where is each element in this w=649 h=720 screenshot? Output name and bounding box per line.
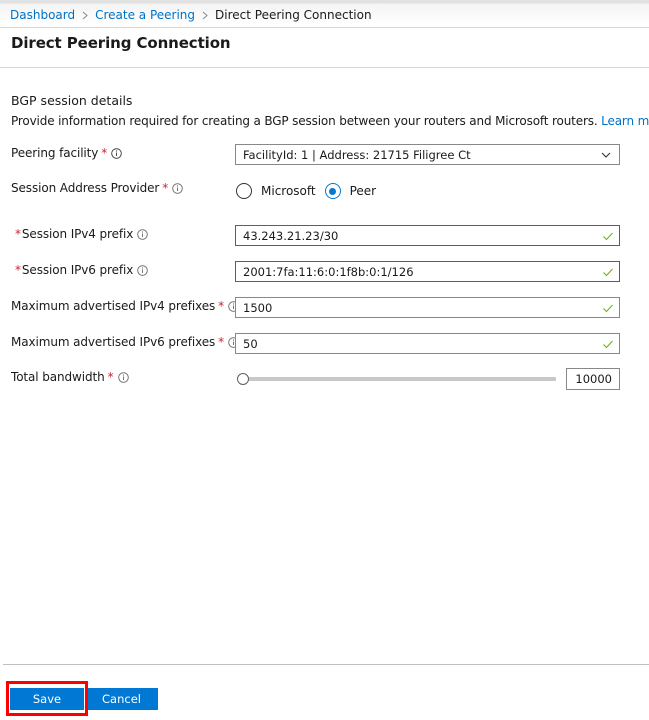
- required-mark: *: [15, 227, 21, 241]
- label-text: Maximum advertised IPv4 prefixes: [11, 299, 216, 313]
- breadcrumb-current: Direct Peering Connection: [215, 8, 372, 22]
- learn-more-link[interactable]: Learn more: [601, 114, 649, 128]
- label-text: Maximum advertised IPv6 prefixes: [11, 335, 216, 349]
- label-text: Session IPv6 prefix: [21, 263, 134, 277]
- info-icon[interactable]: [137, 228, 149, 240]
- top-bar: Dashboard Create a Peering Direct Peerin…: [0, 0, 649, 28]
- required-mark: *: [218, 299, 225, 313]
- slider-thumb[interactable]: [237, 373, 249, 385]
- page-title: Direct Peering Connection: [11, 34, 231, 52]
- info-icon[interactable]: [117, 371, 129, 383]
- max-ipv6-prefixes-value: 50: [243, 336, 258, 351]
- session-ipv6-prefix-value: 2001:7fa:11:6:0:1f8b:0:1/126: [243, 264, 414, 279]
- max-ipv6-prefixes-input[interactable]: 50: [235, 333, 620, 354]
- session-ipv4-prefix-label: * Session IPv4 prefix: [15, 227, 149, 241]
- chevron-right-icon: [82, 11, 88, 20]
- max-ipv4-prefixes-value: 1500: [243, 300, 273, 315]
- cancel-button[interactable]: Cancel: [85, 688, 158, 710]
- chevron-down-icon: [600, 149, 612, 161]
- session-ipv4-prefix-input[interactable]: 43.243.21.23/30: [235, 225, 620, 246]
- required-mark: *: [107, 370, 114, 384]
- info-icon[interactable]: [172, 182, 183, 194]
- label-text: Total bandwidth: [11, 370, 105, 384]
- session-ipv4-prefix-value: 43.243.21.23/30: [243, 228, 339, 243]
- breadcrumb-create-a-peering[interactable]: Create a Peering: [95, 8, 195, 22]
- peering-facility-dropdown[interactable]: FacilityId: 1 | Address: 21715 Filigree …: [235, 144, 620, 165]
- checkmark-icon: [602, 302, 614, 314]
- checkmark-icon: [602, 230, 614, 242]
- slider-track[interactable]: [241, 377, 556, 381]
- peering-facility-value: FacilityId: 1 | Address: 21715 Filigree …: [243, 147, 471, 162]
- divider: [0, 67, 649, 68]
- session-address-provider-label: Session Address Provider *: [11, 181, 183, 195]
- radio-button-selected[interactable]: [324, 183, 341, 199]
- total-bandwidth-slider[interactable]: [237, 373, 557, 387]
- peering-facility-label: Peering facility *: [11, 146, 122, 160]
- checkmark-icon: [602, 338, 614, 350]
- divider: [3, 664, 649, 665]
- radio-button[interactable]: [236, 183, 252, 199]
- checkmark-icon: [602, 266, 614, 278]
- session-ipv6-prefix-label: * Session IPv6 prefix: [15, 263, 149, 277]
- section-description-text: Provide information required for creatin…: [11, 114, 598, 128]
- required-mark: *: [162, 181, 169, 195]
- total-bandwidth-label: Total bandwidth *: [11, 370, 129, 384]
- max-ipv4-prefixes-input[interactable]: 1500: [235, 297, 620, 318]
- section-description: Provide information required for creatin…: [11, 114, 649, 128]
- info-icon[interactable]: [111, 147, 122, 159]
- required-mark: *: [15, 263, 21, 277]
- required-mark: *: [101, 146, 108, 160]
- total-bandwidth-value-input[interactable]: 10000: [566, 368, 620, 390]
- max-ipv4-prefixes-label: Maximum advertised IPv4 prefixes *: [11, 299, 239, 313]
- save-button[interactable]: Save: [10, 688, 84, 710]
- breadcrumb: Dashboard Create a Peering Direct Peerin…: [10, 8, 372, 22]
- label-text: Peering facility: [11, 146, 99, 160]
- section-title: BGP session details: [11, 93, 133, 108]
- session-ipv6-prefix-input[interactable]: 2001:7fa:11:6:0:1f8b:0:1/126: [235, 261, 620, 282]
- info-icon[interactable]: [137, 264, 149, 276]
- label-text: Session Address Provider: [11, 181, 160, 195]
- breadcrumb-dashboard[interactable]: Dashboard: [10, 8, 75, 22]
- radio-label: Peer: [349, 184, 377, 198]
- required-mark: *: [218, 335, 225, 349]
- radio-label: Microsoft: [261, 184, 316, 198]
- max-ipv6-prefixes-label: Maximum advertised IPv6 prefixes *: [11, 335, 239, 349]
- label-text: Session IPv4 prefix: [21, 227, 134, 241]
- radio-microsoft[interactable]: Microsoft: [236, 183, 316, 199]
- chevron-right-icon: [202, 11, 208, 20]
- radio-peer[interactable]: Peer: [324, 183, 377, 199]
- session-address-provider-radio-group: Microsoft Peer: [236, 183, 385, 199]
